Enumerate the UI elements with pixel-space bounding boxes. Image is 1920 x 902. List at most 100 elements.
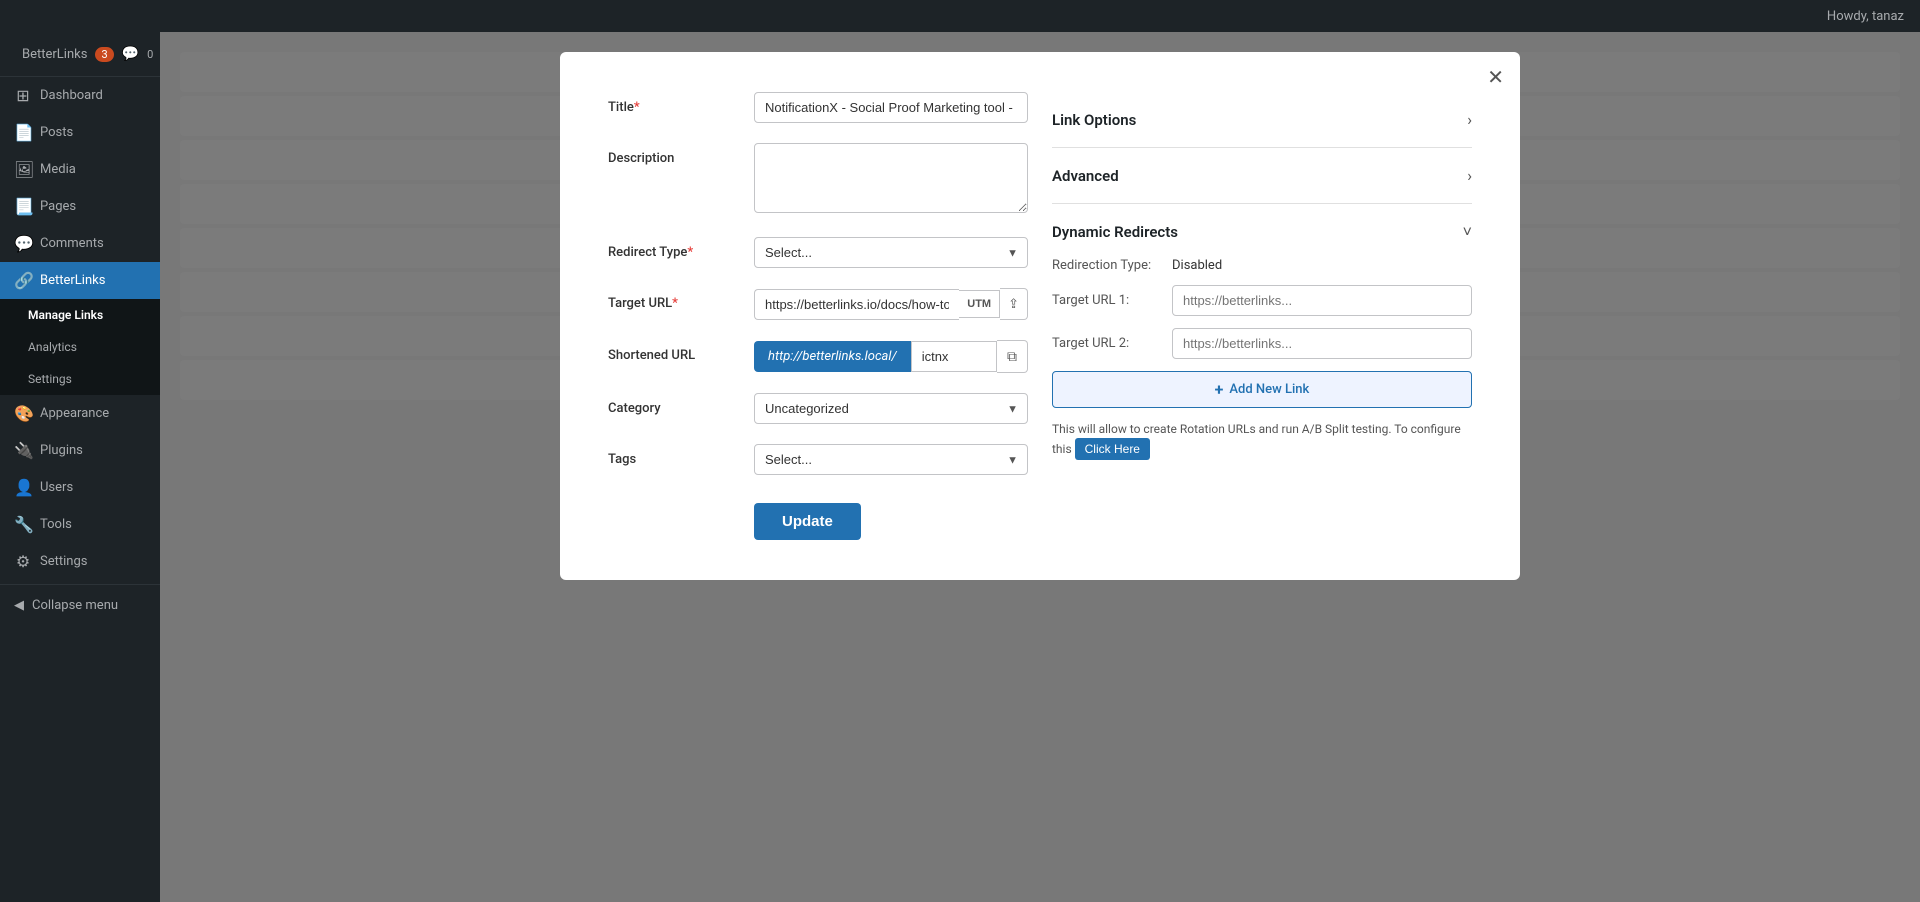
- sidebar-item-settings-main[interactable]: ⚙ Settings: [0, 543, 160, 580]
- appearance-icon: 🎨: [14, 404, 32, 423]
- media-icon: 🖼: [14, 160, 32, 179]
- form-grid: Title* Description: [608, 92, 1472, 540]
- category-select[interactable]: Uncategorized: [754, 393, 1028, 424]
- edit-link-modal: ✕ Title* Description: [560, 52, 1520, 580]
- comments-icon: 💬: [14, 234, 32, 253]
- sidebar-item-posts[interactable]: 📄 Posts: [0, 114, 160, 151]
- sidebar-item-tools[interactable]: 🔧 Tools: [0, 506, 160, 543]
- title-control: [754, 92, 1028, 123]
- pages-icon: 📃: [14, 197, 32, 216]
- modal-overlay: ✕ Title* Description: [160, 32, 1920, 902]
- top-bar: Howdy, tanaz: [0, 0, 1920, 32]
- utm-button[interactable]: UTM: [959, 290, 1000, 318]
- sidebar-item-label: BetterLinks: [40, 273, 105, 288]
- copy-icon: ⧉: [1007, 348, 1017, 364]
- description-row: Description: [608, 143, 1028, 217]
- form-left: Title* Description: [608, 92, 1028, 540]
- title-input[interactable]: [754, 92, 1028, 123]
- add-new-link-label: Add New Link: [1229, 382, 1309, 397]
- redirection-type-row: Redirection Type: Disabled: [1052, 258, 1472, 273]
- sidebar-item-comments[interactable]: 💬 Comments: [0, 225, 160, 262]
- link-options-section: Link Options ›: [1052, 92, 1472, 148]
- comment-icon: 💬: [122, 46, 139, 62]
- settings-icon: ⚙: [14, 552, 32, 571]
- sidebar-item-analytics[interactable]: Analytics: [0, 331, 160, 363]
- target-url-input-group: UTM ⇪: [754, 288, 1028, 320]
- collapse-label: Collapse menu: [32, 598, 118, 613]
- sidebar-item-users[interactable]: 👤 Users: [0, 469, 160, 506]
- dashboard-icon: ⊞: [14, 86, 32, 105]
- advanced-section: Advanced ›: [1052, 148, 1472, 204]
- sidebar-item-dashboard[interactable]: ⊞ Dashboard: [0, 77, 160, 114]
- site-name: BetterLinks: [22, 47, 87, 62]
- sidebar-item-label: Pages: [40, 199, 76, 214]
- dynamic-redirects-content: Redirection Type: Disabled Target URL 1:…: [1052, 258, 1472, 460]
- update-button[interactable]: Update: [754, 503, 861, 540]
- shortened-slug-input[interactable]: [911, 341, 997, 372]
- sidebar-item-appearance[interactable]: 🎨 Appearance: [0, 395, 160, 432]
- target-url1-row: Target URL 1:: [1052, 285, 1472, 316]
- target-url-input[interactable]: [754, 289, 959, 320]
- title-label: Title*: [608, 92, 738, 115]
- shortened-url-row: Shortened URL http://betterlinks.local/ …: [608, 340, 1028, 373]
- tools-icon: 🔧: [14, 515, 32, 534]
- sidebar-item-betterlinks[interactable]: 🔗 BetterLinks: [0, 262, 160, 299]
- sidebar-item-label: Appearance: [40, 406, 109, 421]
- tags-control: Select... ▼: [754, 444, 1028, 475]
- share-button[interactable]: ⇪: [1000, 288, 1028, 320]
- dynamic-redirects-header[interactable]: Dynamic Redirects ˅: [1052, 222, 1472, 242]
- title-row: Title*: [608, 92, 1028, 123]
- form-right: Link Options › Advanced ›: [1052, 92, 1472, 540]
- sidebar-item-settings[interactable]: Settings: [0, 363, 160, 395]
- sidebar-item-plugins[interactable]: 🔌 Plugins: [0, 432, 160, 469]
- advanced-chevron: ›: [1467, 166, 1472, 185]
- sidebar-item-manage-links[interactable]: Manage Links: [0, 299, 160, 331]
- advanced-header[interactable]: Advanced ›: [1052, 166, 1472, 185]
- target-url-row: Target URL* UTM ⇪: [608, 288, 1028, 320]
- sidebar-item-label: Settings: [40, 554, 87, 569]
- sidebar-logo: W BetterLinks 3 💬 0 +: [0, 32, 160, 77]
- redirect-type-select[interactable]: Select...: [754, 237, 1028, 268]
- comment-count: 0: [147, 48, 153, 61]
- description-textarea[interactable]: [754, 143, 1028, 213]
- share-icon: ⇪: [1008, 296, 1019, 311]
- notification-count: 3: [95, 47, 113, 62]
- plus-icon: +: [1215, 380, 1224, 399]
- posts-icon: 📄: [14, 123, 32, 142]
- tags-select[interactable]: Select...: [754, 444, 1028, 475]
- copy-button[interactable]: ⧉: [997, 340, 1028, 373]
- rotation-notice: This will allow to create Rotation URLs …: [1052, 420, 1472, 460]
- sidebar-item-media[interactable]: 🖼 Media: [0, 151, 160, 188]
- description-label: Description: [608, 143, 738, 166]
- target-url2-row: Target URL 2:: [1052, 328, 1472, 359]
- howdy-text: Howdy, tanaz: [1827, 9, 1904, 24]
- link-options-header[interactable]: Link Options ›: [1052, 110, 1472, 129]
- update-control: Update: [754, 495, 1028, 540]
- settings-label: Settings: [28, 372, 72, 386]
- collapse-icon: ◀: [14, 598, 24, 613]
- redirect-type-label: Redirect Type*: [608, 237, 738, 260]
- add-new-link-button[interactable]: + Add New Link: [1052, 371, 1472, 408]
- target-url1-input[interactable]: [1172, 285, 1472, 316]
- category-control: Uncategorized ▼: [754, 393, 1028, 424]
- category-row: Category Uncategorized ▼: [608, 393, 1028, 424]
- modal-close-button[interactable]: ✕: [1487, 68, 1504, 88]
- description-control: [754, 143, 1028, 217]
- shortened-url-label: Shortened URL: [608, 340, 738, 363]
- update-row: Update: [608, 495, 1028, 540]
- collapse-menu-button[interactable]: ◀ Collapse menu: [0, 589, 160, 622]
- category-select-wrapper: Uncategorized ▼: [754, 393, 1028, 424]
- tags-select-wrapper: Select... ▼: [754, 444, 1028, 475]
- target-url-control: UTM ⇪: [754, 288, 1028, 320]
- category-label: Category: [608, 393, 738, 416]
- sidebar-item-label: Posts: [40, 125, 73, 140]
- sidebar-item-label: Media: [40, 162, 76, 177]
- manage-links-label: Manage Links: [28, 308, 103, 322]
- click-here-button[interactable]: Click Here: [1075, 438, 1150, 460]
- sidebar-item-pages[interactable]: 📃 Pages: [0, 188, 160, 225]
- tags-row: Tags Select... ▼: [608, 444, 1028, 475]
- redirection-type-value: Disabled: [1172, 258, 1222, 273]
- sidebar-item-label: Dashboard: [40, 88, 103, 103]
- target-url-label: Target URL*: [608, 288, 738, 311]
- target-url2-input[interactable]: [1172, 328, 1472, 359]
